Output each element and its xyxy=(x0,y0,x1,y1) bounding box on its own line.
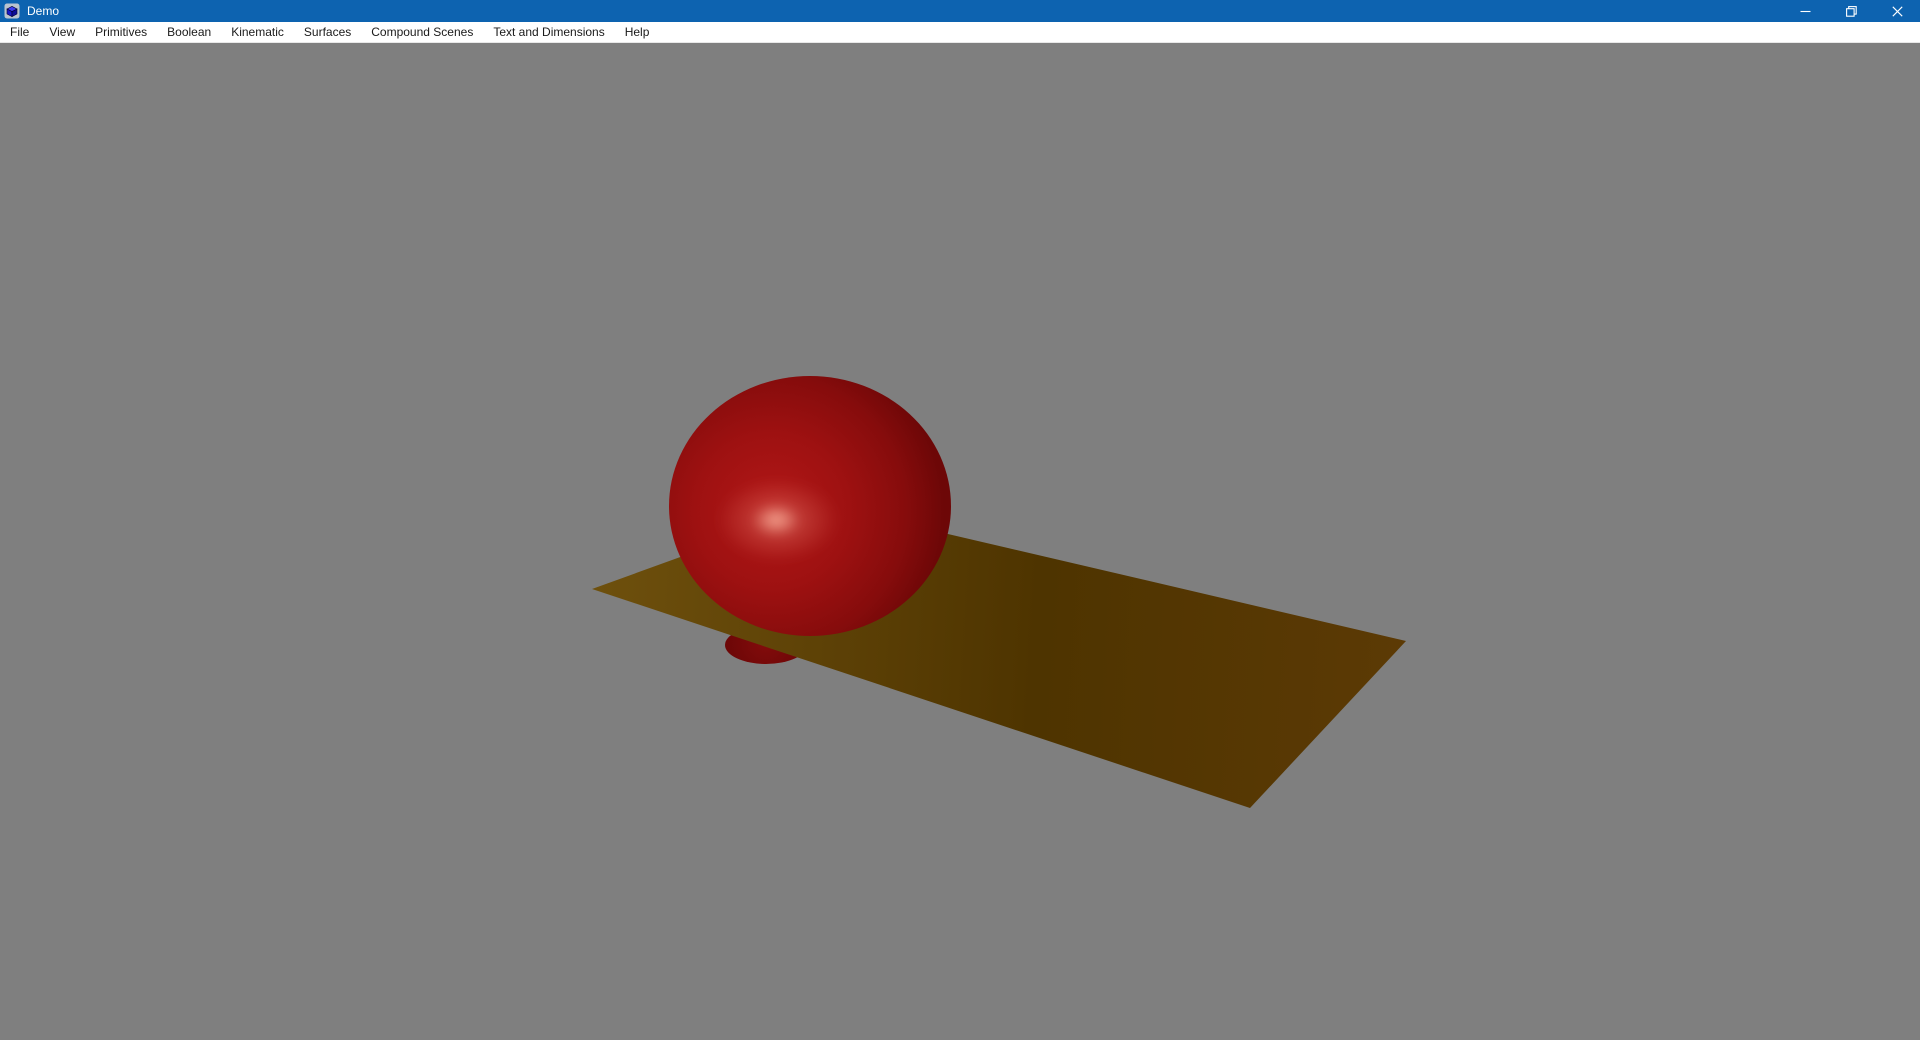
menu-text-and-dimensions[interactable]: Text and Dimensions xyxy=(483,22,614,42)
close-icon xyxy=(1891,5,1903,17)
window-controls xyxy=(1782,0,1920,22)
menu-view[interactable]: View xyxy=(39,22,85,42)
titlebar[interactable]: Demo xyxy=(0,0,1920,22)
menu-file[interactable]: File xyxy=(0,22,39,42)
minimize-button[interactable] xyxy=(1782,0,1828,22)
minimize-icon xyxy=(1800,10,1810,12)
menu-kinematic[interactable]: Kinematic xyxy=(221,22,294,42)
3d-viewport[interactable] xyxy=(0,43,1920,1040)
window-title: Demo xyxy=(27,4,60,18)
menu-surfaces[interactable]: Surfaces xyxy=(294,22,361,42)
sphere-highlight-core xyxy=(752,504,800,536)
menu-compound-scenes[interactable]: Compound Scenes xyxy=(361,22,483,42)
restore-button[interactable] xyxy=(1828,0,1874,22)
close-button[interactable] xyxy=(1874,0,1920,22)
menu-boolean[interactable]: Boolean xyxy=(157,22,221,42)
menu-primitives[interactable]: Primitives xyxy=(85,22,157,42)
menu-bar: File View Primitives Boolean Kinematic S… xyxy=(0,22,1920,43)
menu-help[interactable]: Help xyxy=(615,22,660,42)
restore-icon xyxy=(1845,5,1857,17)
app-cube-icon[interactable] xyxy=(4,3,20,19)
